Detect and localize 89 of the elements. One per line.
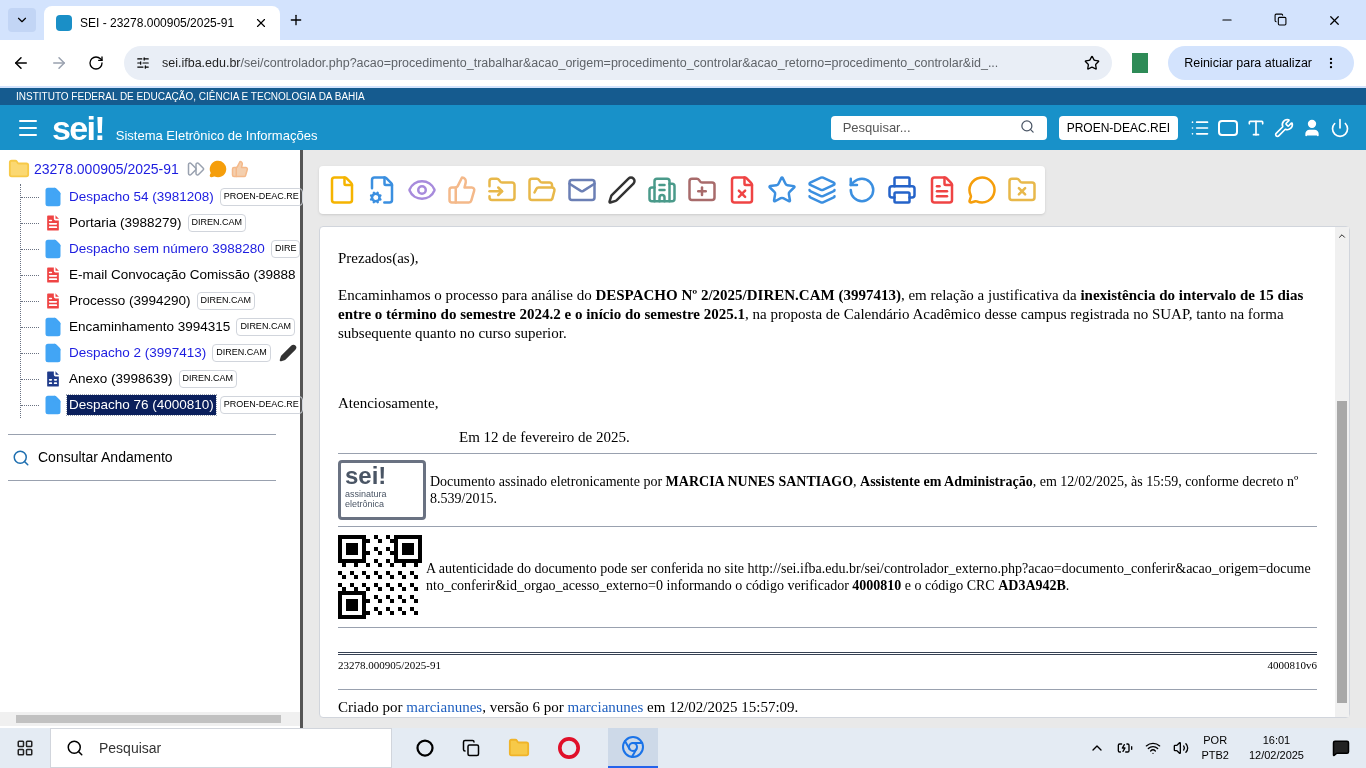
unit-tag: DIREN.CAM [187, 214, 247, 232]
task-view-icon[interactable] [462, 739, 480, 757]
search-icon [66, 739, 84, 757]
update-button[interactable]: Reiniciar para atualizar [1168, 46, 1354, 80]
document-icon [43, 317, 63, 337]
tree-document-link[interactable]: Portaria (3988279) [67, 212, 184, 234]
clock-time[interactable]: 16:01 [1262, 733, 1291, 748]
fast-forward-icon[interactable] [186, 160, 205, 178]
new-tab-icon[interactable] [288, 12, 304, 28]
unit-tag: DIREN.CAM [178, 370, 238, 388]
horizontal-scrollbar[interactable] [0, 712, 300, 726]
back-icon[interactable] [12, 54, 30, 72]
unit-tag: PROEN-DEAC.RE [219, 188, 303, 206]
date-text: Em 12 de fevereiro de 2025. [459, 428, 631, 447]
clock-date[interactable]: 12/02/2025 [1248, 748, 1304, 763]
document-icon [43, 343, 63, 363]
url-text: sei.ifba.edu.br/sei/controlador.php?acao=procedimento_trabalhar&acao_origem=procedimento_controlar&acao_retorno=procedimento_controlar&id_... [162, 54, 1000, 72]
notifications-icon[interactable] [1332, 739, 1350, 757]
system-name: Sistema Eletrônico de Informações [115, 126, 318, 145]
pen-icon[interactable] [607, 175, 637, 205]
bookmark-star-icon[interactable] [1084, 55, 1101, 71]
pen-icon [278, 344, 297, 362]
vertical-scrollbar[interactable] [1335, 227, 1349, 717]
restore-icon[interactable] [1274, 13, 1287, 26]
layers-icon[interactable] [807, 175, 837, 205]
browser-tab[interactable]: SEI - 23278.000905/2025-91 [44, 6, 280, 40]
tree-document-link[interactable]: Anexo (3998639) [67, 368, 175, 390]
unit-tag: DIREN.CAM [212, 344, 271, 362]
app-logo: sei! [52, 110, 104, 145]
user-icon[interactable] [1302, 117, 1322, 138]
scroll-up-icon[interactable] [1337, 231, 1347, 241]
unit-tag: PROEN-DEAC.RE [219, 396, 303, 414]
building-icon[interactable] [647, 175, 677, 205]
body-paragraph: Encaminhamos o processo para análise do DESPACHO Nº 2/2025/DIREN.CAM (3997413), em relação a justificativa da inexistência do intervalo de 15 dias entre o término do semestre 2024.2 e o início do semestre 2025.1, na proposta de Calendário Acadêmico desse campus registrada no SUAP, tanto na forma subsequente quanto no curso superior. [338, 286, 1305, 343]
tree-document-link[interactable]: Processo (3994290) [67, 290, 193, 312]
speech-bubble-icon[interactable] [208, 160, 227, 178]
tab-list-button[interactable] [8, 8, 36, 32]
thumbs-up-icon[interactable] [447, 175, 477, 205]
printer-icon[interactable] [887, 175, 917, 205]
site-settings-icon[interactable] [136, 56, 150, 70]
tree-document-link[interactable]: Despacho 2 (3997413) [67, 342, 209, 364]
seal-caption: assinatura eletrônica [345, 489, 388, 509]
start-icon[interactable] [16, 739, 34, 757]
close-icon[interactable] [254, 16, 268, 30]
close-icon[interactable] [1327, 13, 1342, 28]
volume-icon[interactable] [1173, 740, 1190, 756]
wifi-icon[interactable] [1145, 740, 1162, 756]
search-field[interactable]: Pesquisar... [830, 115, 1047, 140]
power-icon[interactable] [1330, 117, 1350, 138]
tab-title: SEI - 23278.000905/2025-91 [80, 15, 236, 32]
unit-tag: DIRE [270, 240, 301, 258]
search-icon [12, 448, 30, 467]
search-icon[interactable] [1019, 119, 1035, 135]
seal-logo: sei! [345, 463, 387, 489]
authenticity-text: A autenticidade do documento pode ser conferida no site http://sei.ifba.edu.br/sei/controlador_externo.php?acao=documento_conferir&acao_origem=documento_conferir&id_orgao_acesso_externo=0 informando o código verificador 4000810 e o código CRC AD3A942B. [426, 560, 1312, 594]
document-icon [43, 395, 63, 415]
closing-text: Atenciosamente, [338, 394, 440, 413]
process-link[interactable]: 23278.000905/2025-91 [34, 158, 179, 180]
created-by-text: Criado por marcianunes, versão 6 por marcianunes em 12/02/2025 15:57:09. [338, 698, 800, 717]
signature-text: Documento assinado eletronicamente por MARCIA NUNES SANTIAGO, Assistente em Administração, em 12/02/2025, às 15:59, conforme decreto nº 8.539/2015. [430, 473, 1300, 507]
chrome-icon [621, 735, 645, 759]
tree-document-link[interactable]: Encaminhamento 3994315 [67, 316, 233, 338]
institution-name: INSTITUTO FEDERAL DE EDUCAÇÃO, CIÊNCIA E TECNOLOGIA DA BAHIA [16, 89, 365, 104]
keyboard-layout-text[interactable]: PTB2 [1201, 748, 1229, 763]
address-bar[interactable]: sei.ifba.edu.br/sei/controlador.php?acao=procedimento_trabalhar&acao_origem=procedimento_controlar&acao_retorno=procedimento_controlar&id_... [124, 46, 1113, 80]
unit-tag: DIREN.CAM [196, 292, 256, 310]
battery-icon[interactable] [1117, 740, 1134, 756]
unit-button[interactable]: PROEN-DEAC.REI [1058, 115, 1178, 140]
tree-document-link[interactable]: Despacho 54 (3981208) [67, 186, 216, 208]
reload-icon[interactable] [88, 55, 104, 71]
document-icon [43, 187, 63, 207]
unit-tag: DIREN.CAM [236, 318, 295, 336]
greeting-text: Prezados(as), [338, 249, 420, 268]
speech-bubble-icon[interactable] [967, 175, 997, 205]
folder-icon [8, 158, 30, 180]
tree-document-link[interactable]: Despacho sem número 3988280 [67, 238, 267, 260]
chrome-taskbar-button[interactable] [608, 728, 658, 768]
consult-progress-link[interactable]: Consultar Andamento [38, 447, 173, 468]
language-text[interactable]: POR [1203, 733, 1228, 748]
taskbar-search-field[interactable]: Pesquisar [50, 728, 392, 768]
thumbs-up-icon[interactable] [230, 160, 249, 178]
document-icon [43, 239, 63, 259]
tree-document-link[interactable]: Despacho 76 (4000810) [67, 394, 216, 416]
document-version: 4000810v6 [1267, 658, 1317, 673]
editor-link[interactable]: marcianunes [567, 699, 644, 715]
tools-icon[interactable] [1274, 117, 1294, 138]
process-number: 23278.000905/2025-91 [338, 658, 441, 673]
forward-icon[interactable] [50, 54, 68, 72]
tree-document-link[interactable]: E-mail Convocação Comissão (39888 [67, 264, 298, 286]
